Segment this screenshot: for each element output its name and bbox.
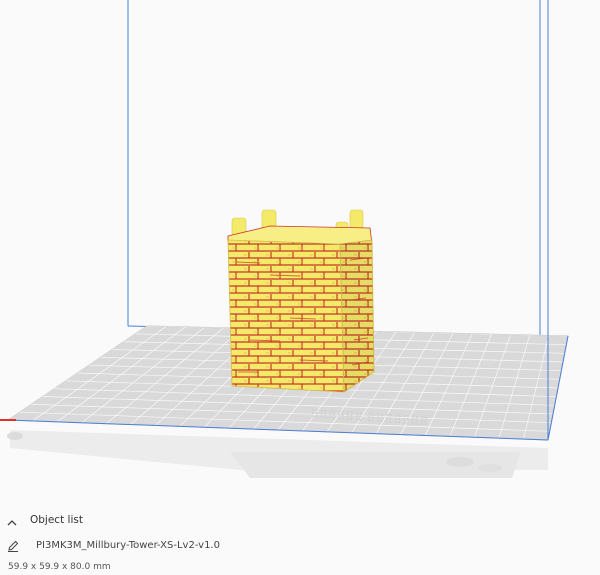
- object-dimensions: 59.9 x 59.9 x 80.0 mm: [8, 562, 111, 572]
- object-panel: Object list PI3MK3M_Millbury-Tower-XS-Lv…: [0, 506, 600, 575]
- pencil-icon[interactable]: [6, 538, 20, 552]
- object-list-toggle[interactable]: Object list: [6, 514, 83, 526]
- tower-model[interactable]: [227, 209, 375, 393]
- object-list-label: Object list: [30, 514, 83, 526]
- object-name: PI3MK3M_Millbury-Tower-XS-Lv2-v1.0: [36, 539, 220, 551]
- 3d-viewport[interactable]: ⠿⠿⠿⠿⠿⠿ ⠿⠿⠿⠿⠿⠿⠿ Object list PI3MK3M_Millb…: [0, 0, 600, 575]
- chevron-up-icon[interactable]: [6, 514, 18, 526]
- selected-object-row[interactable]: PI3MK3M_Millbury-Tower-XS-Lv2-v1.0: [6, 538, 220, 552]
- scene: ⠿⠿⠿⠿⠿⠿ ⠿⠿⠿⠿⠿⠿⠿: [0, 0, 569, 478]
